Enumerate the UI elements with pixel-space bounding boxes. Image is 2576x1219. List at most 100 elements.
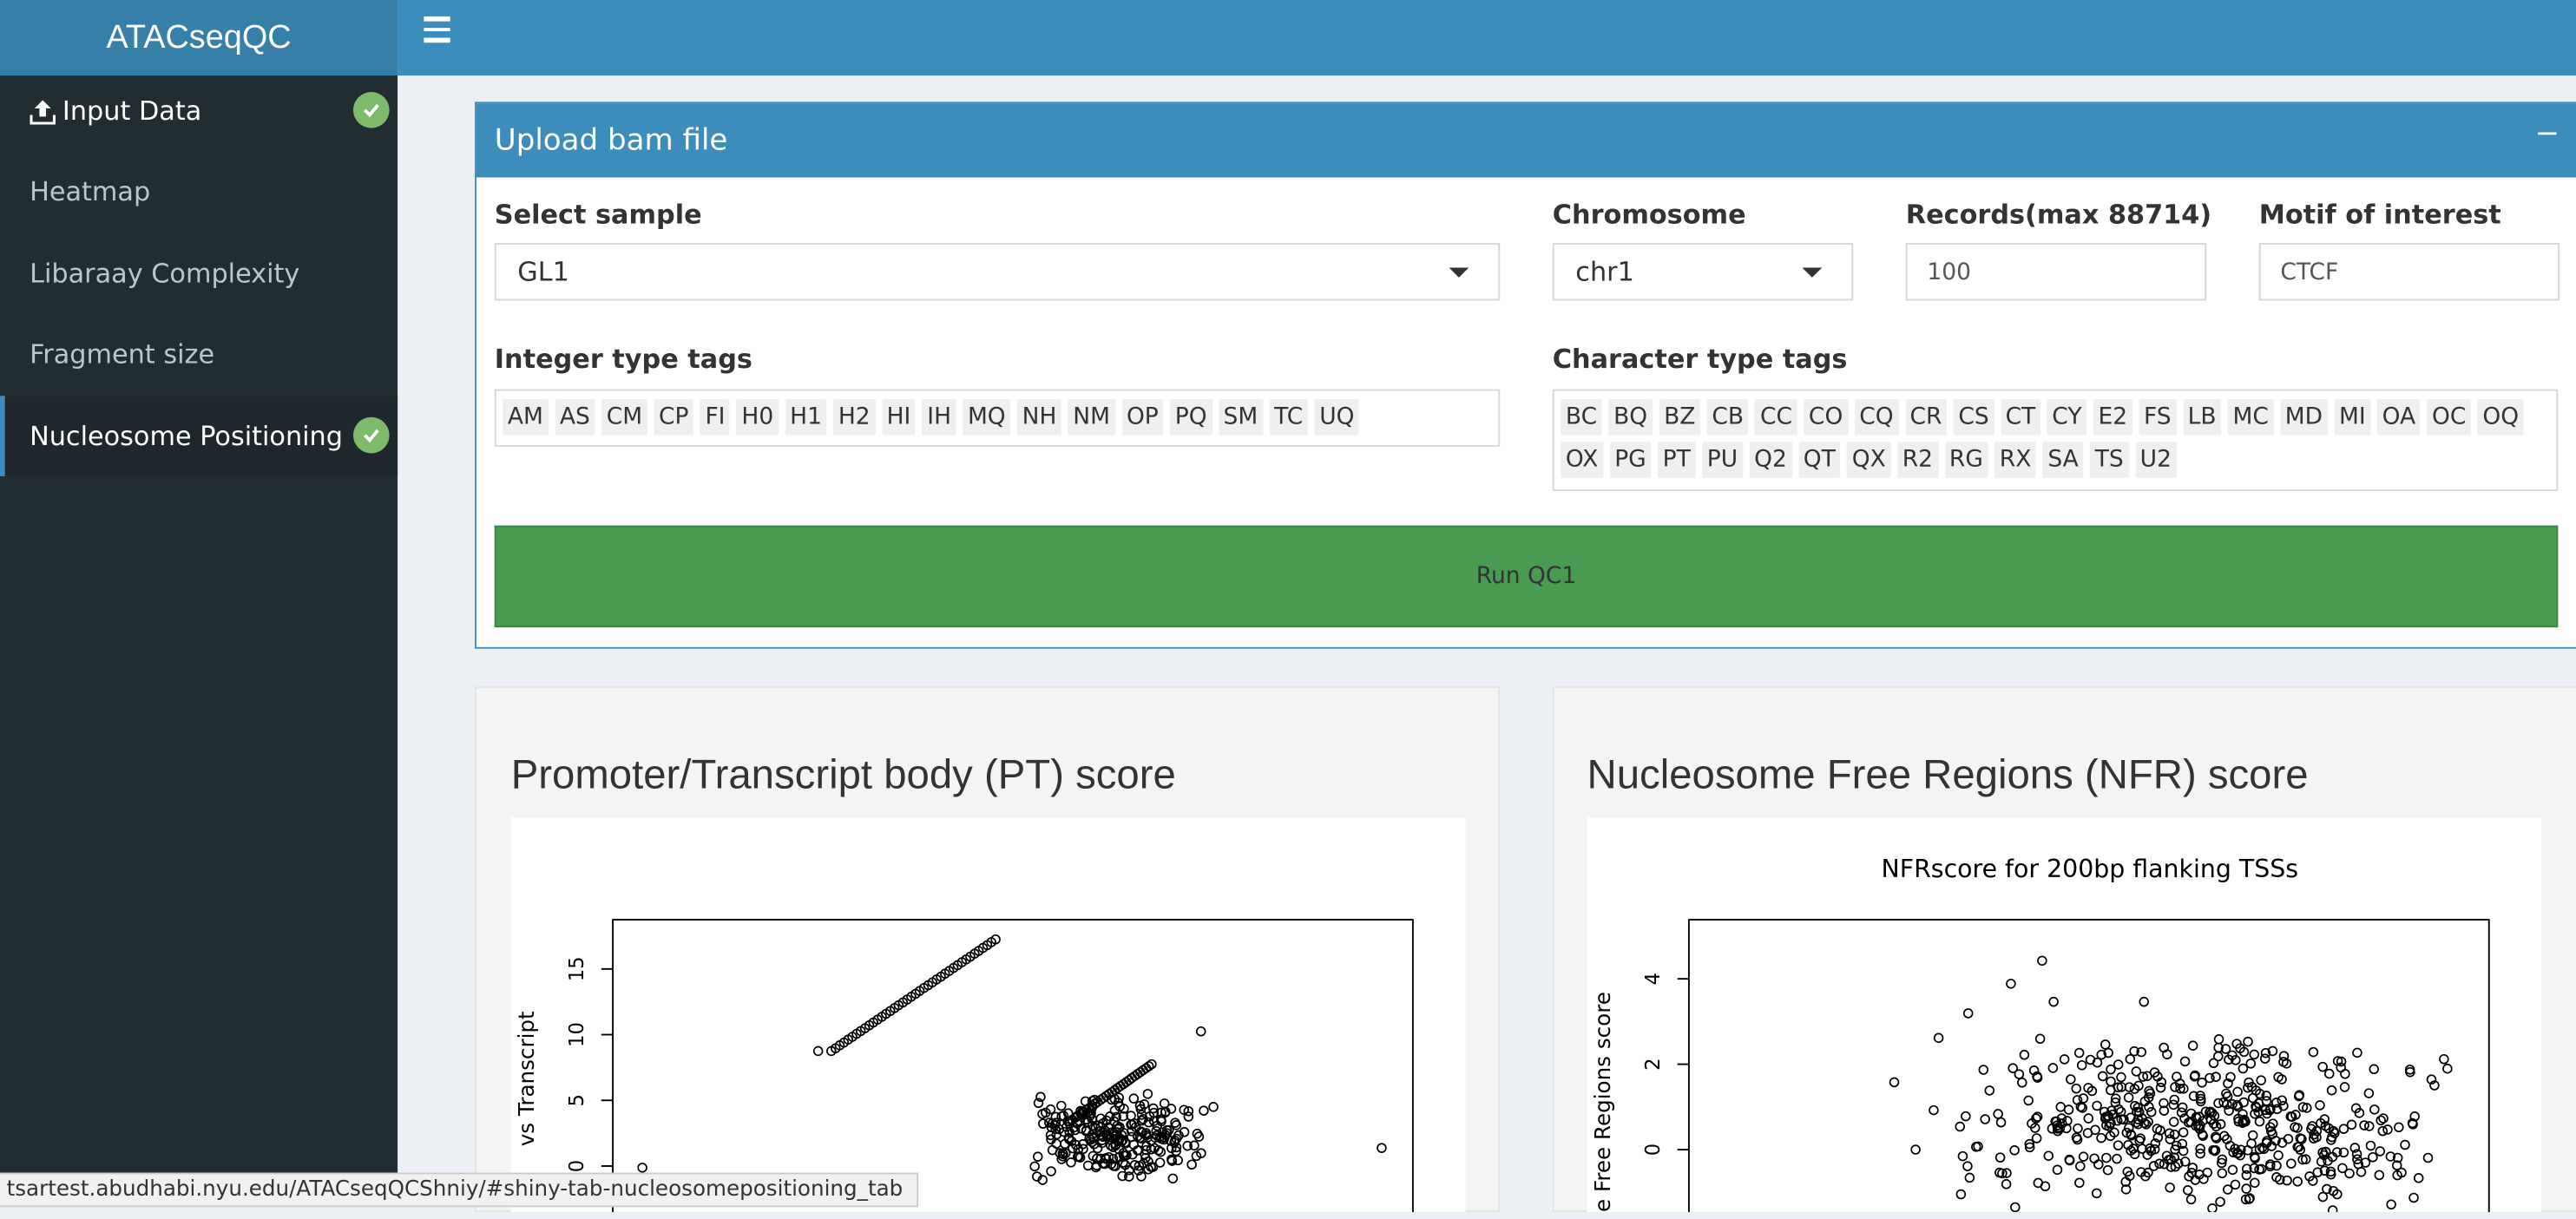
tag-chip[interactable]: HI (881, 398, 917, 436)
tag-chip[interactable]: CB (1706, 398, 1749, 436)
tag-chip[interactable]: OQ (2477, 398, 2524, 436)
tag-chip[interactable]: LB (2182, 398, 2222, 436)
tag-chip[interactable]: H1 (785, 398, 827, 436)
scatter-point (2155, 1082, 2166, 1093)
tag-chip[interactable]: MD (2280, 398, 2328, 436)
motif-label: Motif of interest (2258, 199, 2501, 231)
scatter-point (2202, 1167, 2213, 1178)
scatter-point (2183, 1185, 2193, 1196)
tag-chip[interactable]: Q2 (1749, 442, 1792, 478)
tag-chip[interactable]: CQ (1854, 398, 1899, 436)
scatter-point (2340, 1068, 2350, 1079)
records-label: Records(max 88714) (1905, 199, 2212, 231)
scatter-point (2102, 1164, 2113, 1176)
scatter-point (2221, 1088, 2231, 1099)
scatter-point (2177, 1102, 2188, 1113)
scatter-point (2215, 1196, 2225, 1207)
tag-chip[interactable]: PQ (1170, 398, 1212, 436)
scatter-point (2259, 1053, 2270, 1064)
scatter-point (2213, 1051, 2224, 1062)
sidebar-item-fragment-size[interactable]: Fragment size (0, 314, 398, 395)
tag-chip[interactable]: TS (2090, 442, 2129, 478)
tag-chip[interactable]: OA (2376, 398, 2421, 436)
tag-chip[interactable]: E2 (2093, 398, 2132, 436)
tag-chip[interactable]: RG (1944, 442, 1988, 478)
tag-chip[interactable]: AM (503, 398, 549, 436)
tag-chip[interactable]: CT (2000, 398, 2041, 436)
scatter-point (2317, 1061, 2328, 1072)
tag-chip[interactable]: OC (2427, 398, 2472, 436)
tag-chip[interactable]: NM (1068, 398, 1115, 436)
tag-chip[interactable]: AS (555, 398, 595, 436)
scatter-point (2254, 1116, 2265, 1127)
scatter-point (2009, 1145, 2020, 1156)
character-tags-input[interactable]: BC BQ BZ CB CC CO CQ CR CS CT CY E2 FS LB MC MD MI OA OC OQ… (1552, 389, 2559, 491)
scatter-point (2152, 1124, 2163, 1134)
select-sample-dropdown[interactable]: GL1 (494, 243, 1501, 301)
tag-chip[interactable]: QX (1847, 442, 1891, 478)
tag-chip[interactable]: CP (654, 398, 694, 436)
scatter-point (1173, 1155, 1183, 1166)
chromosome-dropdown[interactable]: chr1 (1552, 243, 1854, 301)
tag-chip[interactable]: BZ (1659, 398, 1701, 436)
tag-chip[interactable]: SM (1218, 398, 1263, 436)
tag-chip[interactable]: MI (2334, 398, 2371, 436)
tag-chip[interactable]: CM (601, 398, 647, 436)
pt-score-plot: 0 5 10 15 vs Transcript (510, 817, 1466, 1219)
scatter-point (1167, 1173, 1179, 1184)
motif-input[interactable]: CTCF (2258, 243, 2560, 301)
tag-chip[interactable]: QT (1798, 442, 1841, 478)
records-value: 100 (1927, 259, 1971, 285)
tag-chip[interactable]: CO (1804, 398, 1848, 436)
tag-chip[interactable]: PT (1657, 442, 1696, 478)
y-axis-label: e Free Regions score (1590, 992, 1615, 1212)
tag-chip[interactable]: PG (1609, 442, 1652, 478)
records-input[interactable]: 100 (1905, 243, 2207, 301)
tag-chip[interactable]: U2 (2135, 442, 2177, 478)
tag-chip[interactable]: FS (2139, 398, 2177, 436)
tag-chip[interactable]: CC (1755, 398, 1797, 436)
scatter-point (2413, 1173, 2424, 1183)
tag-chip[interactable]: TC (1269, 398, 1308, 436)
app-logo[interactable]: ATACseqQC (0, 0, 398, 76)
tag-chip[interactable]: UQ (1314, 398, 1360, 436)
tag-chip[interactable]: R2 (1897, 442, 1938, 478)
sidebar-item-input-data[interactable]: Input Data (0, 70, 398, 151)
sidebar-item-nucleosome-positioning[interactable]: Nucleosome Positioning (0, 396, 398, 476)
tag-chip[interactable]: MC (2227, 398, 2274, 436)
tag-chip[interactable]: BQ (1608, 398, 1653, 436)
motif-value: CTCF (2280, 259, 2339, 285)
tag-chip[interactable]: SA (2042, 442, 2084, 478)
scatter-point (2211, 1072, 2221, 1082)
tag-chip[interactable]: CS (1953, 398, 1994, 436)
scatter-point (2408, 1192, 2419, 1203)
scatter-point (2089, 1153, 2100, 1164)
menu-toggle-icon[interactable] (424, 16, 450, 43)
tag-chip[interactable]: H2 (833, 398, 876, 436)
integer-tags-input[interactable]: AM AS CM CP FI H0 H1 H2 HI IH MQ NH NM OP PQ SM TC UQ (494, 389, 1501, 447)
tag-chip[interactable]: OX (1561, 442, 1603, 478)
tag-chip[interactable]: OP (1121, 398, 1164, 436)
scatter-point (1082, 1160, 1094, 1171)
tag-chip[interactable]: NH (1016, 398, 1062, 436)
sidebar-item-library-complexity[interactable]: Libaraay Complexity (0, 233, 398, 314)
scatter-point (1962, 1008, 1974, 1019)
tag-chip[interactable]: CR (1904, 398, 1948, 436)
collapse-button[interactable]: − (2535, 116, 2560, 151)
scatter-point (2139, 996, 2150, 1007)
scatter-point (2222, 1184, 2233, 1195)
scatter-point (2187, 1040, 2198, 1051)
tag-chip[interactable]: FI (700, 398, 731, 436)
tag-chip[interactable]: IH (922, 398, 956, 436)
scatter-point (1964, 1172, 1975, 1183)
tag-chip[interactable]: BC (1561, 398, 1602, 436)
tag-chip[interactable]: CY (2047, 398, 2087, 436)
tag-chip[interactable]: H0 (736, 398, 779, 436)
sidebar-item-heatmap[interactable]: Heatmap (0, 151, 398, 232)
tag-chip[interactable]: PU (1702, 442, 1743, 478)
tag-chip[interactable]: RX (1994, 442, 2037, 478)
scatter-point (2031, 1133, 2042, 1144)
scatter-point (2271, 1160, 2282, 1171)
tag-chip[interactable]: MQ (963, 398, 1011, 436)
run-qc1-button[interactable]: Run QC1 (494, 525, 2559, 628)
